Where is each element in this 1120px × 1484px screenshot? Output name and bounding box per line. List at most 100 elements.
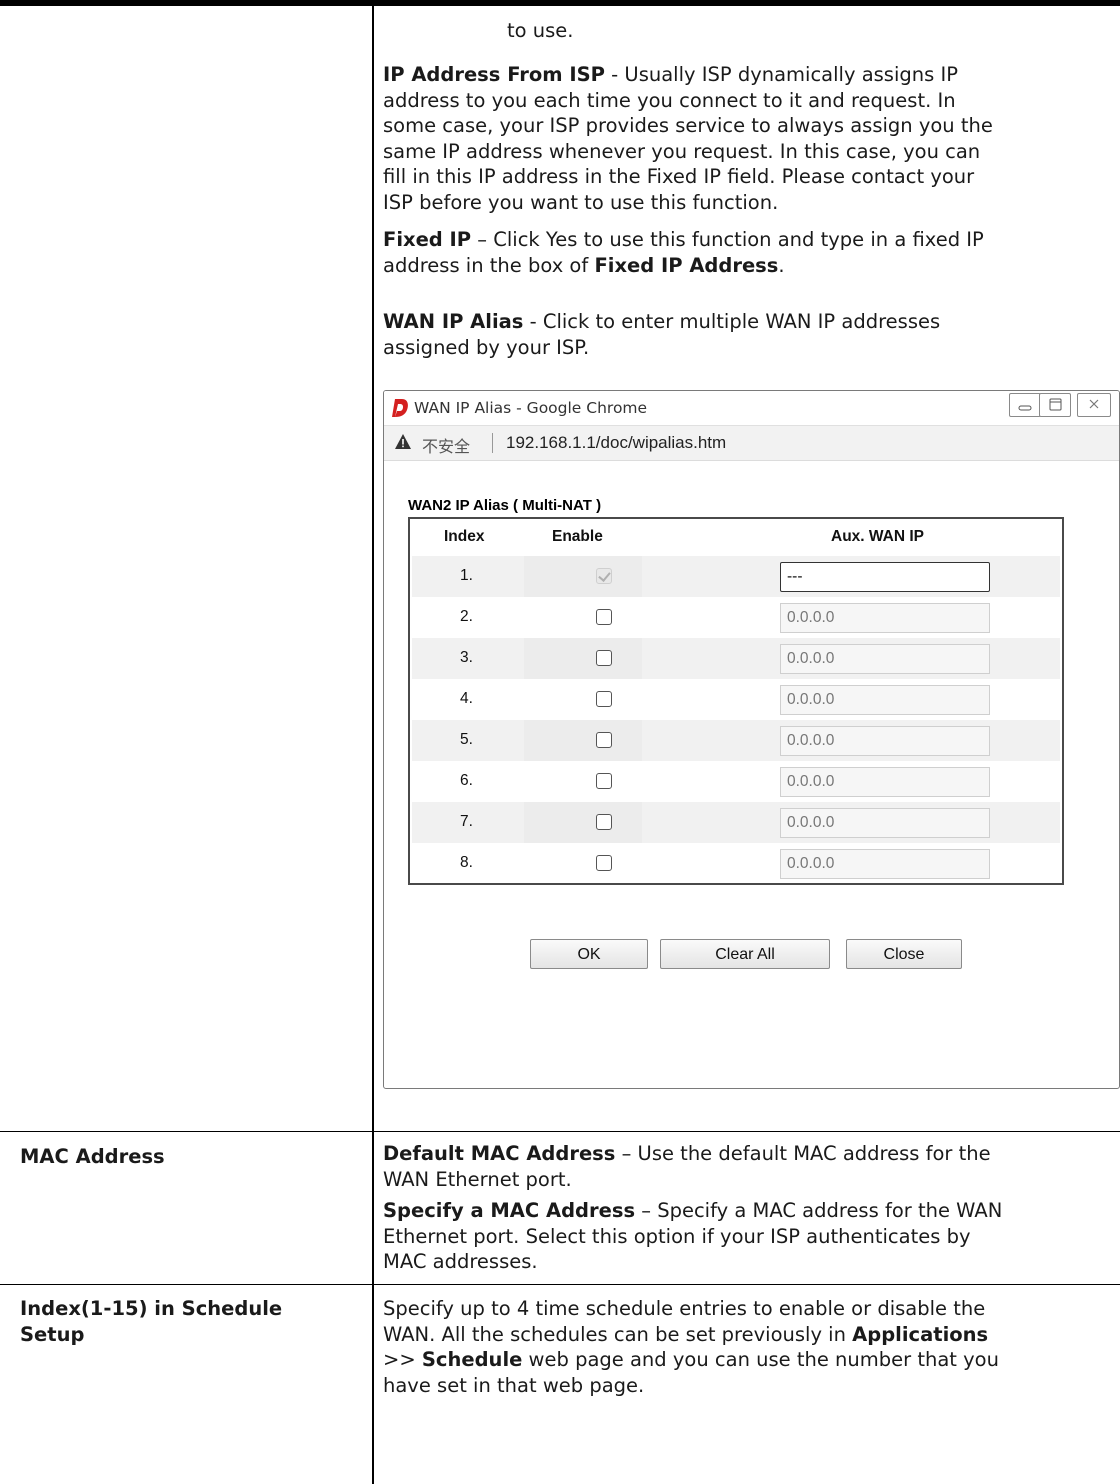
alias-table-title: WAN2 IP Alias ( Multi-NAT ) xyxy=(408,497,602,514)
default-mac-term: Default MAC Address xyxy=(383,1142,616,1165)
window-controls xyxy=(1009,393,1111,417)
schedule-line: WAN. All the schedules can be set previo… xyxy=(383,1322,853,1346)
row-index: 1. xyxy=(460,567,473,584)
table-row: 5. 0.0.0.0 xyxy=(412,720,1060,761)
enable-cell-shade xyxy=(524,720,642,761)
table-top-border xyxy=(0,0,1120,6)
aux-wan-ip-input[interactable]: 0.0.0.0 xyxy=(780,603,990,633)
table-row: 2. 0.0.0.0 xyxy=(412,597,1060,638)
url-text: 192.168.1.1/doc/wipalias.htm xyxy=(506,433,727,452)
ip-from-isp-line: fill in this IP address in the Fixed IP … xyxy=(383,165,975,188)
address-bar[interactable]: 不安全 192.168.1.1/doc/wipalias.htm xyxy=(384,425,1119,461)
fixed-ip-term: Fixed IP xyxy=(383,228,472,251)
schedule-line: have set in that web page. xyxy=(383,1373,645,1397)
address-separator xyxy=(492,433,493,453)
enable-cell-shade xyxy=(524,802,642,843)
enable-checkbox[interactable] xyxy=(596,732,612,748)
ip-from-isp-line: ISP before you want to use this function… xyxy=(383,190,779,214)
ip-from-isp-line: some case, your ISP provides service to … xyxy=(383,114,993,137)
row-index: 7. xyxy=(460,813,473,830)
aux-wan-ip-input[interactable]: 0.0.0.0 xyxy=(780,644,990,674)
ip-from-isp-paragraph: IP Address From ISP - Usually ISP dynami… xyxy=(383,62,993,215)
column-divider xyxy=(372,0,374,1484)
schedule-line: web page and you can use the number that… xyxy=(522,1348,999,1371)
header-index: Index xyxy=(444,528,485,545)
aux-wan-ip-input[interactable]: --- xyxy=(780,562,990,592)
schedule-line: >> xyxy=(383,1348,422,1371)
applications-term: Applications xyxy=(852,1322,989,1346)
close-button[interactable]: Close xyxy=(846,939,962,969)
fixed-ip-address-term: Fixed IP Address xyxy=(594,253,779,277)
header-aux-wan-ip: Aux. WAN IP xyxy=(831,528,925,545)
row-divider-schedule xyxy=(0,1284,1120,1285)
minimize-icon xyxy=(1018,405,1032,411)
wan-ip-alias-line: - Click to enter multiple WAN IP address… xyxy=(523,310,941,333)
warning-icon xyxy=(395,434,411,449)
default-mac-line: – Use the default MAC address for the xyxy=(615,1142,991,1165)
row-index: 5. xyxy=(460,731,473,748)
draytek-logo-icon xyxy=(392,399,408,417)
table-row: 7. 0.0.0.0 xyxy=(412,802,1060,843)
specify-mac-line: Ethernet port. Select this option if you… xyxy=(383,1224,971,1248)
alias-table: Index Enable Aux. WAN IP 1. --- 2. 0.0.0.0 3… xyxy=(408,517,1064,885)
table-row: 3. 0.0.0.0 xyxy=(412,638,1060,679)
close-window-button[interactable] xyxy=(1077,393,1111,417)
fixed-ip-paragraph: Fixed IP – Click Yes to use this functio… xyxy=(383,227,984,278)
enable-checkbox[interactable] xyxy=(596,855,612,871)
row-index: 4. xyxy=(460,690,473,707)
continued-text: to use. xyxy=(507,19,574,42)
wan-ip-alias-window: WAN IP Alias - Google Chrome 不安全 192.168… xyxy=(383,390,1120,1089)
ip-from-isp-line: - Usually ISP dynamically assigns IP xyxy=(604,63,958,86)
fixed-ip-line: – Click Yes to use this function and typ… xyxy=(471,228,984,251)
default-mac-line: WAN Ethernet port. xyxy=(383,1167,572,1191)
aux-wan-ip-input[interactable]: 0.0.0.0 xyxy=(780,808,990,838)
enable-cell-shade xyxy=(524,556,642,597)
clear-all-button[interactable]: Clear All xyxy=(660,939,830,969)
enable-checkbox[interactable] xyxy=(596,773,612,789)
schedule-term: Schedule xyxy=(421,1348,523,1371)
schedule-label-line: Setup xyxy=(20,1322,85,1346)
table-row: 8. 0.0.0.0 xyxy=(412,843,1060,884)
enable-checkbox[interactable] xyxy=(596,691,612,707)
window-titlebar: WAN IP Alias - Google Chrome xyxy=(384,391,1119,425)
row-index: 3. xyxy=(460,649,473,666)
enable-checkbox[interactable] xyxy=(596,609,612,625)
row-index: 2. xyxy=(460,608,473,625)
enable-checkbox[interactable] xyxy=(596,650,612,666)
maximize-icon xyxy=(1049,398,1062,411)
table-row: 6. 0.0.0.0 xyxy=(412,761,1060,802)
specify-mac-line: – Specify a MAC address for the WAN xyxy=(635,1199,1003,1222)
ip-from-isp-term: IP Address From ISP xyxy=(383,63,605,86)
wan-ip-alias-paragraph: WAN IP Alias - Click to enter multiple W… xyxy=(383,309,940,360)
ip-from-isp-line: same IP address whenever you request. In… xyxy=(383,139,981,163)
aux-wan-ip-input[interactable]: 0.0.0.0 xyxy=(780,767,990,797)
ip-from-isp-line: address to you each time you connect to … xyxy=(383,88,956,112)
enable-checkbox[interactable] xyxy=(596,814,612,830)
enable-cell-shade xyxy=(524,638,642,679)
fixed-ip-line: address in the box of xyxy=(383,253,595,277)
table-row: 1. --- xyxy=(412,556,1060,597)
maximize-button[interactable] xyxy=(1039,393,1071,417)
mac-address-label: MAC Address xyxy=(20,1145,165,1168)
not-secure-label: 不安全 xyxy=(422,437,471,456)
close-icon xyxy=(1089,399,1099,409)
fixed-ip-period: . xyxy=(778,253,785,277)
schedule-line: Specify up to 4 time schedule entries to… xyxy=(383,1297,986,1320)
schedule-label-line: Index(1-15) in Schedule xyxy=(20,1297,283,1320)
specify-mac-term: Specify a MAC Address xyxy=(383,1199,636,1222)
row-index: 6. xyxy=(460,772,473,789)
table-row: 4. 0.0.0.0 xyxy=(412,679,1060,720)
header-enable: Enable xyxy=(552,528,603,545)
schedule-label: Index(1-15) in Schedule Setup xyxy=(20,1296,282,1347)
minimize-button[interactable] xyxy=(1009,393,1041,417)
enable-checkbox xyxy=(596,568,612,584)
row-index: 8. xyxy=(460,854,473,871)
aux-wan-ip-input[interactable]: 0.0.0.0 xyxy=(780,685,990,715)
aux-wan-ip-input[interactable]: 0.0.0.0 xyxy=(780,726,990,756)
mac-specify-paragraph: Specify a MAC Address – Specify a MAC ad… xyxy=(383,1198,1002,1275)
ok-button[interactable]: OK xyxy=(530,939,648,969)
mac-default-paragraph: Default MAC Address – Use the default MA… xyxy=(383,1141,991,1192)
aux-wan-ip-input[interactable]: 0.0.0.0 xyxy=(780,849,990,879)
specify-mac-line: MAC addresses. xyxy=(383,1250,538,1273)
row-divider-mac xyxy=(0,1131,1120,1132)
